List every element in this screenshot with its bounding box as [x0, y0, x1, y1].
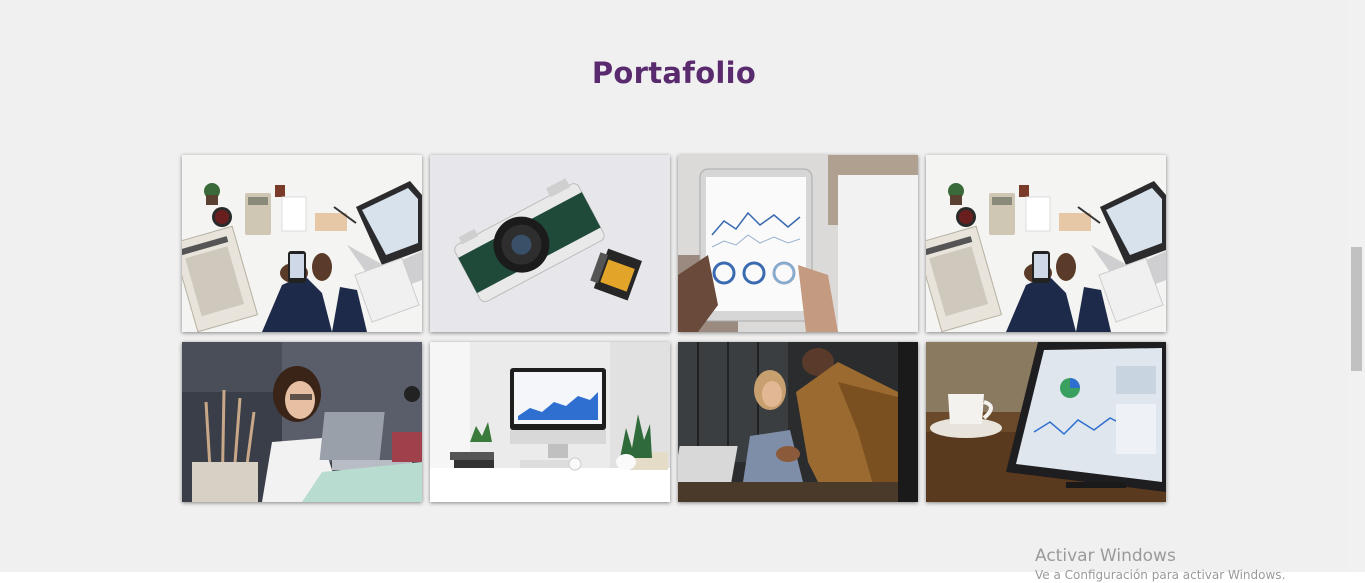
portfolio-item-7[interactable] — [678, 342, 918, 502]
woman-laptop-photo-icon — [182, 342, 422, 502]
portfolio-item-6[interactable] — [430, 342, 670, 502]
imac-desk-photo-icon — [430, 342, 670, 502]
portfolio-item-3[interactable] — [678, 155, 918, 332]
desk-business-photo-icon — [182, 155, 422, 332]
tablet-chart-photo-icon — [678, 155, 918, 332]
meeting-photo-icon — [678, 342, 918, 502]
portfolio-item-1[interactable] — [182, 155, 422, 332]
tablet-analytics-photo-icon — [926, 342, 1166, 502]
page-title: Portafolio — [591, 56, 757, 90]
portfolio-item-8[interactable] — [926, 342, 1166, 502]
portfolio-grid — [182, 155, 1166, 502]
camera-photo-icon — [430, 155, 670, 332]
portfolio-item-5[interactable] — [182, 342, 422, 502]
windows-activation-watermark: Activar Windows Ve a Configuración para … — [1035, 546, 1285, 582]
scrollbar-thumb[interactable] — [1351, 247, 1362, 371]
activation-subtitle: Ve a Configuración para activar Windows. — [1035, 568, 1286, 582]
activation-title: Activar Windows — [1035, 546, 1176, 566]
portfolio-item-4[interactable] — [926, 155, 1166, 332]
portfolio-item-2[interactable] — [430, 155, 670, 332]
portfolio-page: Portafolio Activar Windows Ve a Configur… — [0, 0, 1365, 583]
desk-business-photo-icon — [926, 155, 1166, 332]
vertical-scrollbar[interactable] — [1348, 0, 1365, 572]
